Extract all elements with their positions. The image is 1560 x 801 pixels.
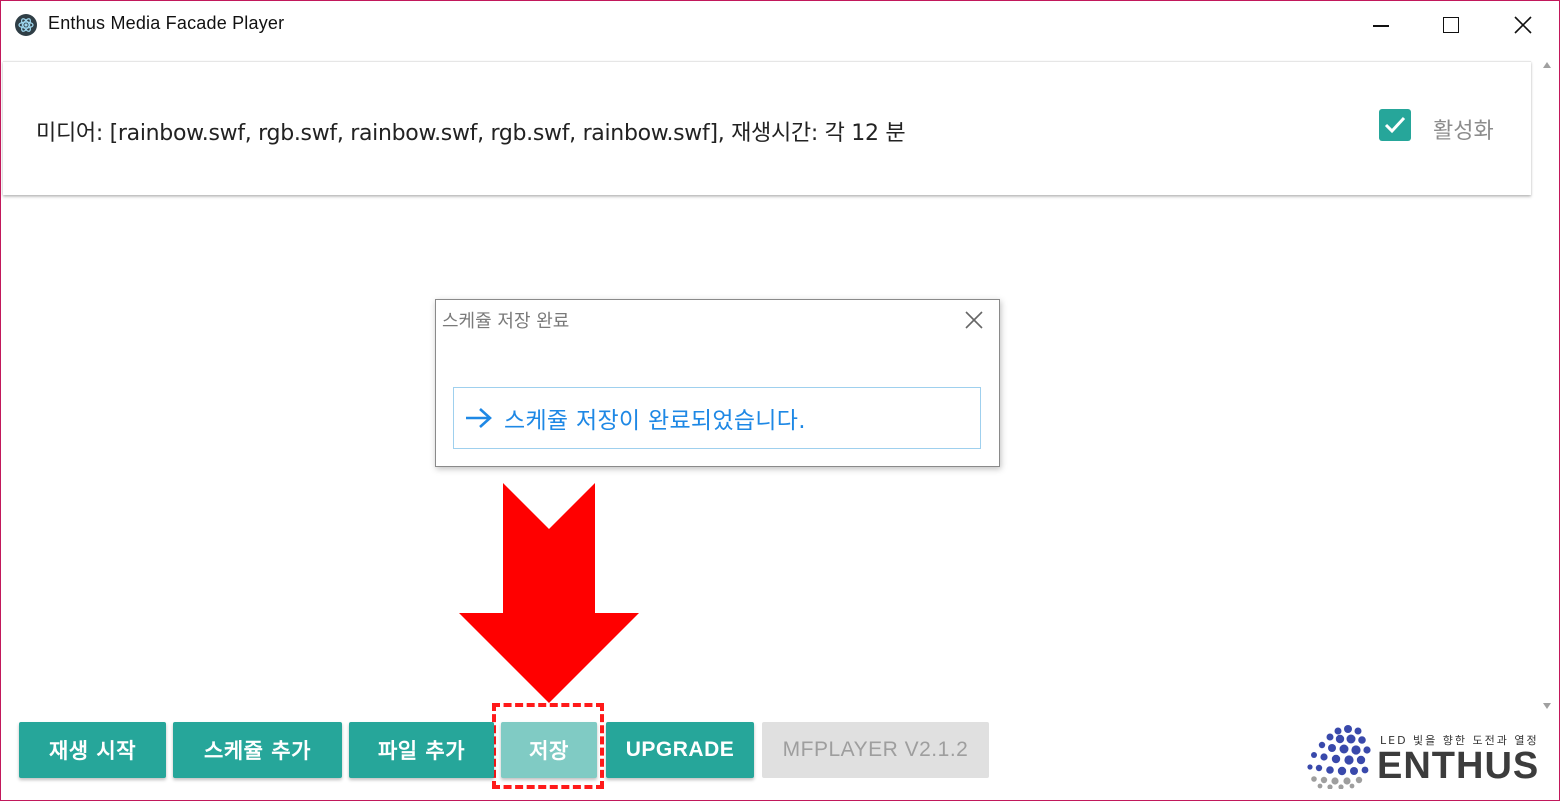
maximize-button[interactable] [1416,1,1486,49]
title-bar[interactable]: Enthus Media Facade Player [1,1,1559,49]
schedule-card[interactable]: 미디어: [rainbow.swf, rgb.swf, rainbow.swf,… [3,61,1531,195]
app-window: Enthus Media Facade Player 미디어: [rainbow… [0,0,1560,801]
media-description: 미디어: [rainbow.swf, rgb.swf, rainbow.swf,… [36,121,906,146]
play-button[interactable]: 재생 시작 [19,722,166,778]
maximize-icon [1443,17,1459,33]
upgrade-button[interactable]: UPGRADE [606,722,754,778]
save-complete-dialog: 스케쥴 저장 완료 스케쥴 저장이 완료되었습니다. [435,299,1000,467]
dialog-message-box: 스케쥴 저장이 완료되었습니다. [453,387,981,449]
dialog-title: 스케쥴 저장 완료 [442,311,570,332]
enabled-checkbox[interactable] [1379,109,1411,141]
arrow-right-icon [466,408,492,428]
scroll-down-icon [1543,703,1551,709]
red-down-arrow [459,483,639,703]
check-icon [1384,116,1406,134]
close-icon [1514,16,1532,34]
minimize-icon [1373,25,1389,27]
add-file-button[interactable]: 파일 추가 [349,722,494,778]
save-button[interactable]: 저장 [501,722,597,778]
add-schedule-button[interactable]: 스케쥴 추가 [173,722,342,778]
close-icon[interactable] [962,308,986,332]
close-button[interactable] [1488,1,1558,49]
version-button: MFPLAYER V2.1.2 [762,722,989,778]
scroll-up-icon [1543,62,1551,68]
dialog-message: 스케쥴 저장이 완료되었습니다. [504,408,806,434]
logo-wordmark: ENTHUS [1377,745,1540,787]
scroll-down-button[interactable] [1539,698,1555,714]
minimize-button[interactable] [1346,1,1416,49]
window-title: Enthus Media Facade Player [48,13,285,33]
enthus-logo-icon [1307,725,1371,789]
scroll-up-button[interactable] [1539,57,1555,73]
app-icon [15,14,37,36]
enabled-label[interactable]: 활성화 [1433,113,1494,145]
